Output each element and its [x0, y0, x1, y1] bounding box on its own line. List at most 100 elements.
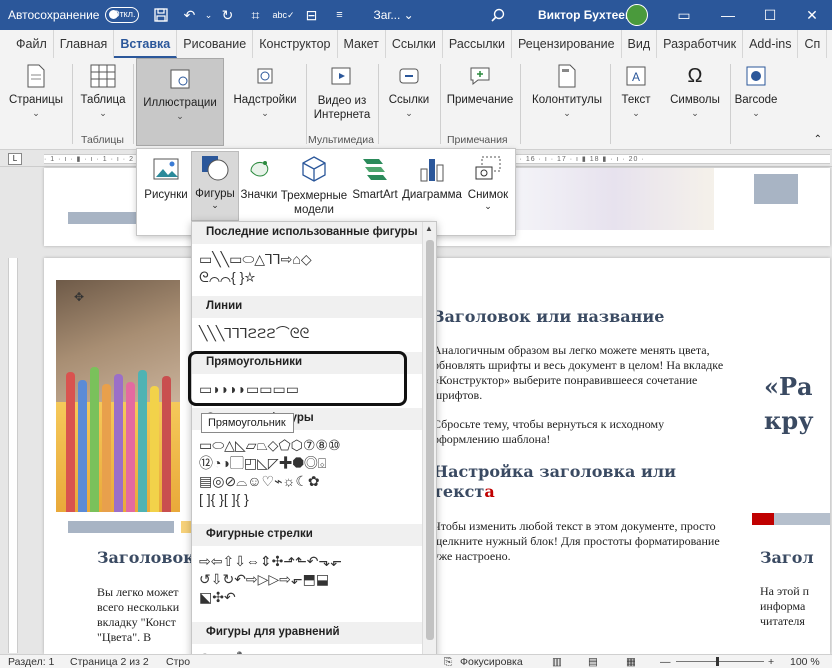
- left-heading[interactable]: Заголовок: [97, 548, 195, 567]
- shape-row[interactable]: ⇨⇦⇧⇩⇔⇕✣⬏⬑↶⬎⬐: [199, 552, 342, 570]
- online-video-button[interactable]: Видео из Интернета: [310, 62, 374, 140]
- user-name[interactable]: Виктор Бухтеев: [538, 0, 632, 30]
- zoom-out-icon[interactable]: —: [660, 656, 671, 668]
- main-paragraph-1[interactable]: Аналогичным образом вы легко можете меня…: [433, 343, 731, 403]
- main-paragraph-2[interactable]: Сбросьте тему, чтобы вернуться к исходно…: [433, 417, 723, 447]
- shape-row[interactable]: ▭╲╲▭⬭△⅂⅂⇨⌂◇: [199, 250, 312, 268]
- shape-row[interactable]: ▭⬭△◺▱⏢◇⬠⬡⑦⑧⑩: [199, 436, 341, 454]
- user-avatar[interactable]: [626, 4, 648, 26]
- tab-6[interactable]: Ссылки: [386, 30, 443, 58]
- tab-7[interactable]: Рассылки: [443, 30, 513, 58]
- format-painter-icon[interactable]: ⌗: [241, 0, 269, 30]
- sub-heading[interactable]: Настройка заголовка или текста: [433, 462, 723, 502]
- tab-12[interactable]: Сп: [798, 30, 828, 58]
- text-button[interactable]: A Текст ⌄: [614, 62, 658, 140]
- illustrations-button[interactable]: Иллюстрации ⌄: [136, 58, 224, 146]
- shape-row[interactable]: ╲╲╲⅂⅂⅂ϩϩϩ⌒ᘓᘓ: [199, 324, 309, 342]
- redo-icon[interactable]: ↻: [213, 0, 241, 30]
- save-icon[interactable]: [147, 0, 175, 30]
- addins-label: Надстройки: [233, 94, 297, 106]
- icons-button[interactable]: Значки: [239, 153, 279, 219]
- shapes-gallery: ▲ Последние использованные фигуры ▭╲╲▭⬭△⅂…: [191, 221, 437, 668]
- pages-button[interactable]: Страницы ⌄: [6, 62, 66, 140]
- shape-row[interactable]: ⑫◔◑▢◰◺◸✚⯃◎⌺: [199, 454, 326, 472]
- shapes-button[interactable]: Фигуры ⌄: [191, 151, 239, 221]
- svg-text:A: A: [632, 70, 640, 84]
- dropdown-chevron-icon[interactable]: ⌄: [203, 0, 213, 30]
- word-count[interactable]: Стро: [166, 656, 190, 668]
- document-title[interactable]: Заг... ⌄: [373, 8, 413, 22]
- tab-5[interactable]: Макет: [338, 30, 386, 58]
- shapes-icon: [192, 152, 238, 184]
- ribbon: Страницы ⌄ Таблица ⌄ Таблицы Иллюстрации…: [0, 58, 832, 150]
- pictures-button[interactable]: Рисунки: [143, 153, 189, 219]
- tab-0[interactable]: Файл: [0, 30, 54, 58]
- right-paragraph[interactable]: На этой п информа читателя: [760, 584, 830, 629]
- tab-10[interactable]: Разработчик: [657, 30, 744, 58]
- tab-1[interactable]: Главная: [54, 30, 115, 58]
- maximize-icon[interactable]: ☐: [748, 0, 792, 30]
- customize-qat-icon[interactable]: ≡: [325, 0, 353, 30]
- chevron-down-icon: ⌄: [632, 108, 640, 118]
- chart-button[interactable]: Диаграмма: [401, 153, 463, 219]
- barcode-button[interactable]: Barcode ⌄: [734, 62, 778, 140]
- illustrations-label: Иллюстрации: [143, 97, 217, 109]
- tab-3[interactable]: Рисование: [177, 30, 254, 58]
- autosave-toggle[interactable]: Откл.: [105, 7, 140, 23]
- right-heading[interactable]: Загол: [760, 548, 814, 567]
- shape-row[interactable]: [ ]{ }[ ]{ }: [199, 490, 249, 508]
- shape-row[interactable]: ↺⇩↻↶⇨▷▷⇨⬐⬒⬓: [199, 570, 329, 588]
- video-icon: [328, 62, 356, 90]
- web-layout-icon[interactable]: ▦: [626, 656, 636, 668]
- tab-9[interactable]: Вид: [622, 30, 658, 58]
- main-paragraph-3[interactable]: Чтобы изменить любой текст в этом докуме…: [433, 519, 729, 564]
- print-layout-icon[interactable]: ▤: [588, 656, 598, 668]
- zoom-slider[interactable]: [676, 657, 764, 666]
- online-video-label: Видео из Интернета: [313, 95, 371, 121]
- tab-11[interactable]: Add-ins: [743, 30, 799, 58]
- addins-button[interactable]: Надстройки ⌄: [228, 62, 302, 140]
- table-label: Таблица: [80, 94, 126, 106]
- vertical-ruler[interactable]: [8, 258, 18, 653]
- tab-selector-icon[interactable]: L: [8, 153, 22, 165]
- move-handle-icon[interactable]: ✥: [74, 290, 84, 304]
- zoom-level[interactable]: 100 %: [790, 656, 820, 668]
- pictures-label: Рисунки: [144, 189, 188, 201]
- right-pullquote[interactable]: «Ра кру: [764, 370, 824, 438]
- minimize-icon[interactable]: —: [706, 0, 750, 30]
- shape-row[interactable]: ᘓ⌒⌒{ }☆: [199, 268, 255, 286]
- comment-button[interactable]: Примечание: [444, 62, 516, 140]
- smartart-button[interactable]: SmartArt: [349, 153, 401, 219]
- gallery-scrollbar[interactable]: ▲: [422, 222, 436, 667]
- table-button[interactable]: Таблица ⌄: [76, 62, 130, 140]
- left-paragraph[interactable]: Вы легко может всего нескольки вкладку "…: [97, 585, 191, 645]
- search-icon[interactable]: [484, 0, 512, 30]
- header-footer-button[interactable]: Колонтитулы ⌄: [526, 62, 608, 140]
- shape-row[interactable]: ⬕✣↶: [199, 588, 236, 606]
- close-icon[interactable]: ✕: [790, 0, 832, 30]
- tab-2[interactable]: Вставка: [114, 30, 178, 58]
- ribbon-display-icon[interactable]: ▭: [662, 0, 706, 30]
- shape-row[interactable]: ▤◎⊘⌓☺♡⌁☼☾✿: [199, 472, 320, 490]
- read-mode-icon[interactable]: ▥: [552, 656, 562, 668]
- scroll-up-icon[interactable]: ▲: [425, 224, 433, 233]
- screenshot-button[interactable]: Снимок ⌄: [463, 153, 513, 219]
- section-indicator[interactable]: Раздел: 1: [8, 656, 54, 668]
- page-indicator[interactable]: Страница 2 из 2: [70, 656, 149, 668]
- group-tables-label: Таблицы: [81, 134, 124, 146]
- spelling-icon[interactable]: abc✓: [269, 0, 297, 30]
- scroll-thumb[interactable]: [426, 240, 434, 640]
- focus-button[interactable]: Фокусировка: [460, 656, 523, 668]
- comment-label: Примечание: [446, 94, 514, 106]
- 3d-models-button[interactable]: Трехмерные модели: [279, 153, 349, 219]
- tab-8[interactable]: Рецензирование: [512, 30, 622, 58]
- links-button[interactable]: Ссылки ⌄: [382, 62, 436, 140]
- undo-icon[interactable]: ↶: [175, 0, 203, 30]
- zoom-in-icon[interactable]: +: [768, 656, 774, 668]
- symbols-button[interactable]: Ω Символы ⌄: [662, 62, 728, 140]
- attach-icon[interactable]: ⊟: [297, 0, 325, 30]
- collapse-ribbon-icon[interactable]: ⌃: [814, 134, 822, 145]
- focus-icon[interactable]: ⎘: [444, 656, 452, 668]
- tab-4[interactable]: Конструктор: [253, 30, 338, 58]
- main-heading[interactable]: Заголовок или название: [433, 307, 664, 326]
